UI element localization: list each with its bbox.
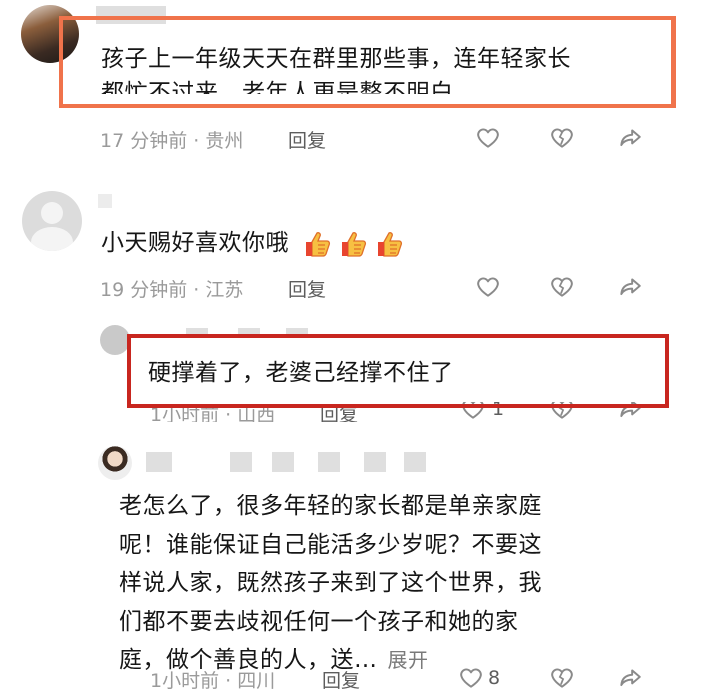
dislike-button[interactable] [548, 664, 576, 692]
thumbs-up-icon [301, 228, 333, 260]
username-redacted [230, 452, 252, 472]
reply-button[interactable]: 回复 [320, 400, 358, 422]
avatar[interactable] [21, 5, 79, 63]
heart-icon [477, 128, 499, 148]
thumbs-up-icon [337, 228, 369, 260]
username-redacted [364, 452, 386, 472]
share-button[interactable] [616, 664, 644, 692]
username-redacted [96, 6, 166, 24]
broken-heart-icon [551, 128, 573, 148]
expand-link[interactable]: 展开 [388, 648, 429, 672]
comment-text: 小天赐好喜欢你哦 [101, 226, 405, 260]
share-button[interactable] [616, 273, 644, 301]
heart-icon [460, 668, 482, 688]
username-redacted [318, 452, 340, 472]
heart-icon [477, 277, 499, 297]
like-count: 8 [488, 667, 501, 689]
share-button[interactable] [616, 124, 644, 152]
comment-text: 孩子上一年级天天在群里那些事，连年轻家长 都忙不过来，老年人更是整不明白 [101, 46, 571, 94]
avatar[interactable] [100, 325, 130, 355]
avatar-default[interactable] [22, 191, 82, 251]
comment-text: 老怎么了，很多年轻的家长都是单亲家庭 呢！谁能保证自己能活多少岁呢？不要这 样说… [119, 493, 542, 673]
reply-button[interactable]: 回复 [322, 666, 360, 693]
username-redacted [146, 452, 172, 472]
username-redacted [404, 452, 426, 472]
thumbs-up-icon [373, 228, 405, 260]
dislike-button[interactable] [548, 273, 576, 301]
comment-text-visible: 硬撑着了，老婆己经撑不住了 [148, 360, 454, 386]
broken-heart-icon [551, 668, 573, 688]
comment-meta: 19 分钟前 · 江苏 [100, 279, 244, 301]
like-button[interactable] [474, 273, 502, 301]
avatar[interactable] [98, 446, 132, 480]
share-arrow-icon [620, 278, 641, 296]
like-button[interactable] [474, 124, 502, 152]
comment-meta: 17 分钟前 · 贵州 [100, 130, 244, 152]
comment-meta: 1小时前 · 四川 [150, 670, 276, 692]
comment-meta: 1小时前 · 山西 [150, 404, 276, 422]
username-redacted [272, 452, 294, 472]
like-button[interactable]: 8 [458, 664, 508, 692]
share-arrow-icon [620, 669, 641, 687]
reply-button[interactable]: 回复 [288, 126, 326, 153]
share-arrow-icon [620, 129, 641, 147]
username-redacted [98, 194, 112, 208]
broken-heart-icon [551, 277, 573, 297]
reply-button[interactable]: 回复 [288, 275, 326, 302]
dislike-button[interactable] [548, 124, 576, 152]
